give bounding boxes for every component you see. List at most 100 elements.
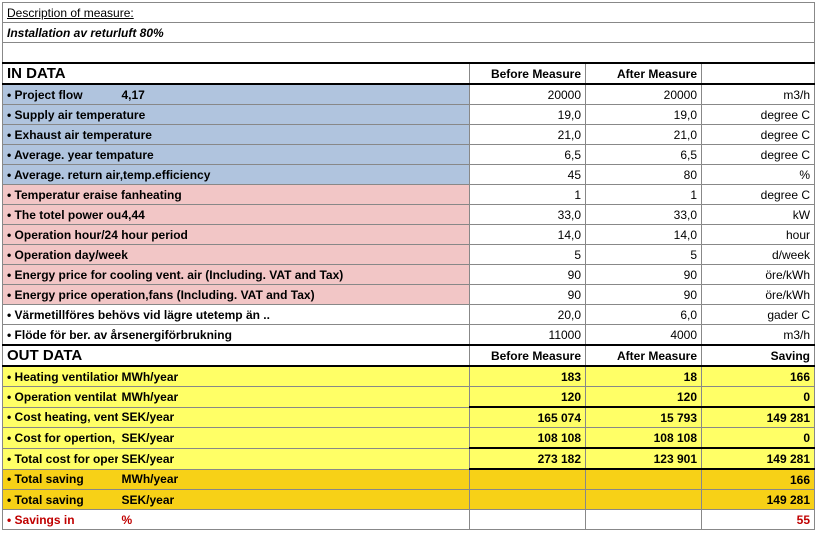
after-value: 33,0 <box>586 205 702 225</box>
unit-value: degree C <box>702 105 815 125</box>
after-header: After Measure <box>586 63 702 84</box>
row-label: • The totel power ou <box>3 205 118 225</box>
out-row-label: • Cost for opertion, f <box>3 428 118 449</box>
out-data-row: • Total savingSEK/year 149 281 <box>3 490 815 510</box>
in-data-title: IN DATA <box>3 63 470 84</box>
unit-value: % <box>702 165 815 185</box>
row-label: • Operation day/week <box>3 245 118 265</box>
out-row-unit: % <box>118 510 470 530</box>
out-row-unit: SEK/year <box>118 407 470 428</box>
unit-value: öre/kWh <box>702 265 815 285</box>
in-data-row: • Average. year tempature6,56,5degree C <box>3 145 815 165</box>
out-data-row: • Total cost for operSEK/year273 182123 … <box>3 448 815 469</box>
out-before-value: 273 182 <box>470 448 586 469</box>
row-extra <box>118 245 470 265</box>
unit-value: m3/h <box>702 325 815 346</box>
out-after-value: 123 901 <box>586 448 702 469</box>
row-label: • Energy price operation,fans (Including… <box>3 285 118 305</box>
unit-value: hour <box>702 225 815 245</box>
before-value: 90 <box>470 285 586 305</box>
before-value: 21,0 <box>470 125 586 145</box>
out-data-header: OUT DATA Before Measure After Measure Sa… <box>3 345 815 366</box>
before-value: 5 <box>470 245 586 265</box>
row-extra: 4,17 <box>118 84 470 105</box>
out-row-unit: SEK/year <box>118 490 470 510</box>
out-after-value: 15 793 <box>586 407 702 428</box>
in-data-row: • Värmetillföres behövs vid lägre utetem… <box>3 305 815 325</box>
in-data-row: • Energy price operation,fans (Including… <box>3 285 815 305</box>
out-before-value <box>470 490 586 510</box>
in-data-row: • Project flow4,172000020000m3/h <box>3 84 815 105</box>
out-data-row: • Operation ventilatMWh/year1201200 <box>3 387 815 408</box>
out-after-value <box>586 490 702 510</box>
out-before-value: 120 <box>470 387 586 408</box>
in-data-row: • Average. return air,temp.efficiency458… <box>3 165 815 185</box>
unit-value: gader C <box>702 305 815 325</box>
row-label: • Operation hour/24 hour period <box>3 225 118 245</box>
row-extra <box>118 125 470 145</box>
out-data-row: • Savings in% 55 <box>3 510 815 530</box>
out-after-header: After Measure <box>586 345 702 366</box>
out-data-row: • Heating ventilationMWh/year18318166 <box>3 366 815 387</box>
row-label: • Supply air temperature <box>3 105 118 125</box>
out-row-unit: MWh/year <box>118 366 470 387</box>
after-value: 6,5 <box>586 145 702 165</box>
before-value: 1 <box>470 185 586 205</box>
row-label: • Temperatur eraise fanheating <box>3 185 118 205</box>
unit-value: degree C <box>702 145 815 165</box>
out-row-unit: MWh/year <box>118 387 470 408</box>
before-value: 19,0 <box>470 105 586 125</box>
before-value: 20000 <box>470 84 586 105</box>
after-value: 21,0 <box>586 125 702 145</box>
in-data-row: • Exhaust air temperature21,021,0degree … <box>3 125 815 145</box>
before-value: 6,5 <box>470 145 586 165</box>
out-before-value: 108 108 <box>470 428 586 449</box>
out-row-label: • Operation ventilat <box>3 387 118 408</box>
after-value: 1 <box>586 185 702 205</box>
out-before-value: 183 <box>470 366 586 387</box>
before-value: 33,0 <box>470 205 586 225</box>
out-saving-value: 149 281 <box>702 448 815 469</box>
unit-value: öre/kWh <box>702 285 815 305</box>
after-value: 19,0 <box>586 105 702 125</box>
after-value: 6,0 <box>586 305 702 325</box>
out-saving-value: 166 <box>702 469 815 490</box>
row-label: • Energy price for cooling vent. air (In… <box>3 265 118 285</box>
before-value: 90 <box>470 265 586 285</box>
desc-value-row: Installation av returluft 80% <box>3 23 815 43</box>
out-after-value: 120 <box>586 387 702 408</box>
row-label: • Flöde för ber. av årsenergiförbrukning <box>3 325 118 346</box>
before-value: 14,0 <box>470 225 586 245</box>
out-after-value <box>586 510 702 530</box>
in-data-row: • Operation hour/24 hour period14,014,0h… <box>3 225 815 245</box>
desc-row: Description of measure: <box>3 3 815 23</box>
desc-value: Installation av returluft 80% <box>3 23 470 43</box>
out-row-unit: MWh/year <box>118 469 470 490</box>
after-value: 14,0 <box>586 225 702 245</box>
out-row-label: • Total saving <box>3 469 118 490</box>
out-saving-value: 55 <box>702 510 815 530</box>
row-label: • Exhaust air temperature <box>3 125 118 145</box>
row-label: • Project flow <box>3 84 118 105</box>
desc-label: Description of measure: <box>3 3 470 23</box>
row-label: • Värmetillföres behövs vid lägre utetem… <box>3 305 118 325</box>
in-data-row: • Energy price for cooling vent. air (In… <box>3 265 815 285</box>
out-after-value: 108 108 <box>586 428 702 449</box>
out-after-value <box>586 469 702 490</box>
out-data-row: • Cost for opertion, fSEK/year108 108108… <box>3 428 815 449</box>
out-saving-value: 0 <box>702 428 815 449</box>
in-data-row: • Flöde för ber. av årsenergiförbrukning… <box>3 325 815 346</box>
out-before-header: Before Measure <box>470 345 586 366</box>
out-saving-header: Saving <box>702 345 815 366</box>
after-value: 5 <box>586 245 702 265</box>
out-saving-value: 149 281 <box>702 407 815 428</box>
before-value: 45 <box>470 165 586 185</box>
out-saving-value: 0 <box>702 387 815 408</box>
row-label: • Average. year tempature <box>3 145 118 165</box>
in-data-header: IN DATA Before Measure After Measure <box>3 63 815 84</box>
out-saving-value: 149 281 <box>702 490 815 510</box>
out-row-label: • Savings in <box>3 510 118 530</box>
in-data-row: • The totel power ou4,4433,033,0kW <box>3 205 815 225</box>
row-label: • Average. return air,temp.efficiency <box>3 165 118 185</box>
out-row-label: • Total saving <box>3 490 118 510</box>
